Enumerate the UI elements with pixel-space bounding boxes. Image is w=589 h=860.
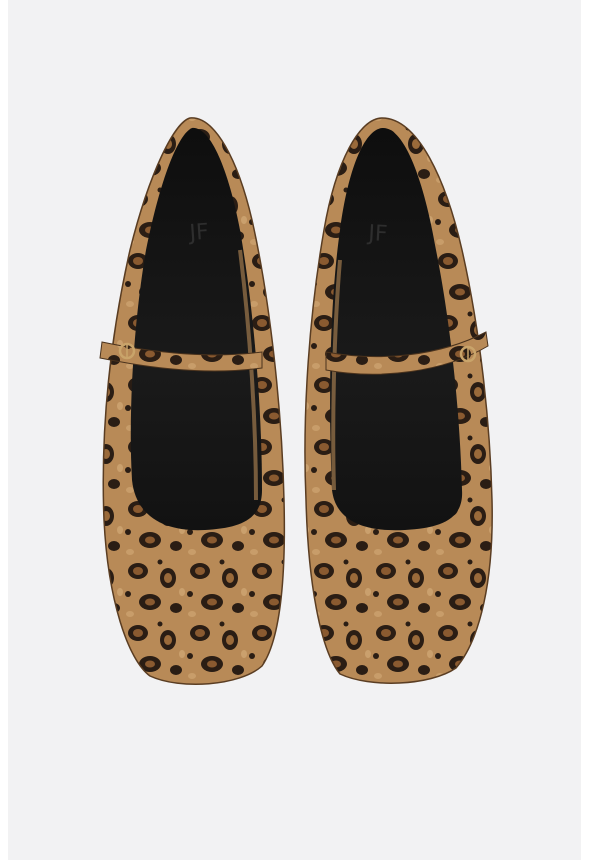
right-shoe-insole-mark: JF [366, 221, 388, 247]
product-photo: JF JF [99, 117, 493, 686]
right-shoe: JF [304, 117, 493, 684]
left-shoe-insole-mark: JF [187, 220, 210, 246]
left-shoe: JF [99, 117, 286, 686]
